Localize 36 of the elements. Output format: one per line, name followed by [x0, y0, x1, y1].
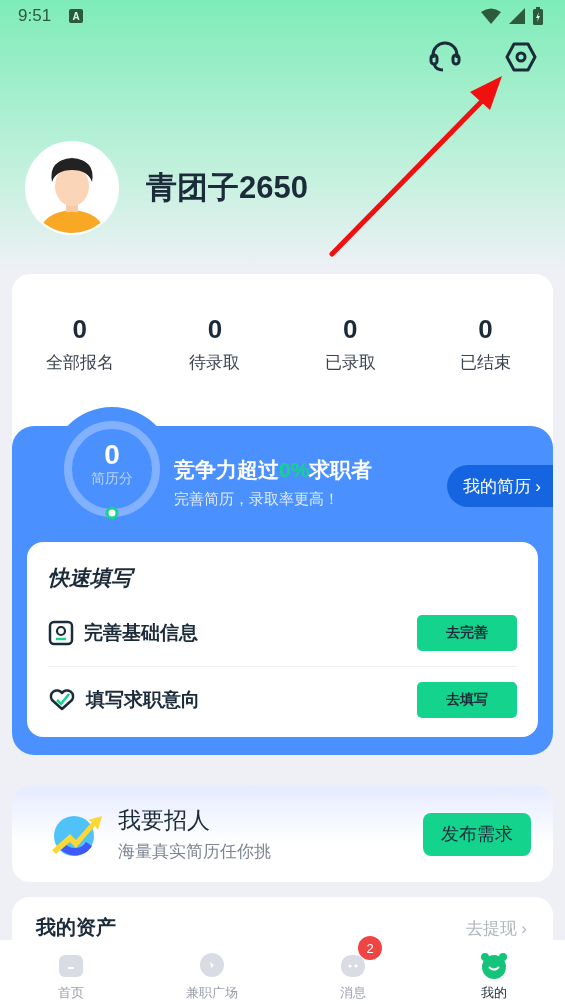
recruit-subtitle: 海量真实简历任你挑	[118, 841, 272, 863]
stat-label[interactable]: 全部报名	[45, 351, 114, 374]
user-name: 青团子2650	[146, 169, 308, 207]
quick-fill-button[interactable]: 去完善	[417, 615, 517, 651]
profile-card-icon	[48, 620, 74, 646]
quick-fill-label: 完善基础信息	[84, 621, 199, 645]
face-icon	[479, 950, 510, 980]
stat-value: 0	[478, 314, 493, 345]
assets-title: 我的资产	[36, 917, 116, 937]
status-time: 9:51	[18, 6, 52, 26]
stat-label[interactable]: 已录取	[324, 351, 376, 374]
stat-value: 0	[72, 314, 87, 345]
resume-hint: 完善简历，录取率更高！	[174, 489, 340, 509]
avatar[interactable]	[24, 140, 120, 236]
notification-icon: A	[69, 9, 84, 23]
stat-label[interactable]: 待录取	[189, 351, 241, 374]
headset-icon[interactable]	[428, 40, 462, 74]
quick-fill-title: 快速填写	[48, 564, 517, 592]
my-resume-button[interactable]: 我的简历 ›	[446, 465, 553, 507]
recruit-title: 我要招人	[118, 806, 211, 835]
score-label: 简历分	[91, 470, 133, 489]
settings-icon[interactable]	[504, 40, 538, 74]
wifi-icon	[481, 8, 501, 24]
battery-icon	[533, 7, 543, 25]
stat-label[interactable]: 已结束	[459, 351, 511, 374]
publish-button[interactable]: 发布需求	[423, 812, 531, 856]
unread-badge: 2	[358, 936, 383, 960]
score-value: 0	[104, 439, 120, 471]
signal-icon	[509, 8, 525, 24]
tab[interactable]: 我的	[423, 940, 565, 1004]
quick-fill-label: 填写求职意向	[86, 688, 201, 712]
quick-fill-button[interactable]: 去填写	[417, 682, 517, 718]
stat-value: 0	[342, 314, 358, 345]
heart-check-icon	[48, 687, 76, 713]
competitiveness-title: 竞争力超过0%求职者	[174, 456, 374, 483]
stat-value: 0	[207, 314, 223, 345]
